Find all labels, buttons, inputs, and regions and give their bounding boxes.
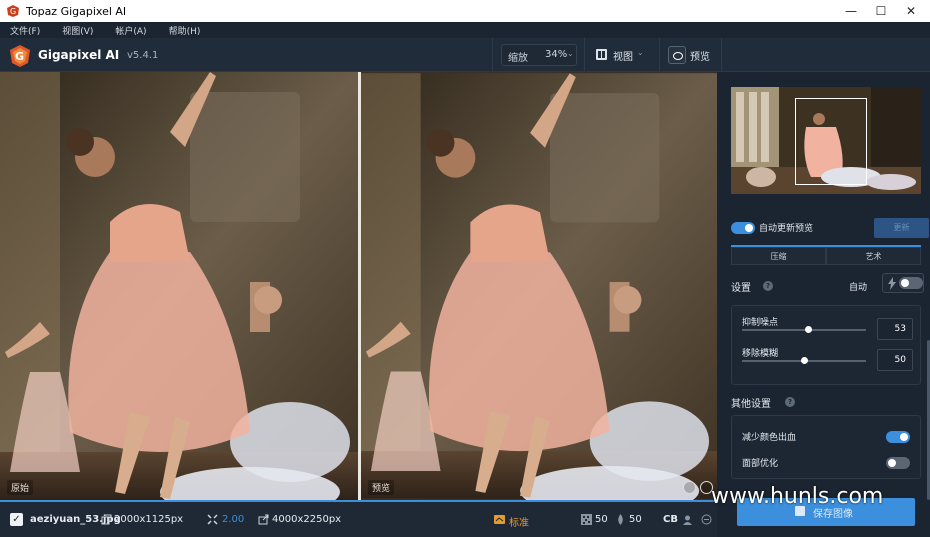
- update-button[interactable]: 更新: [874, 218, 929, 238]
- noise-icon: [581, 514, 592, 525]
- output-size-icon: [258, 514, 269, 525]
- close-icon[interactable]: ✕: [896, 0, 926, 22]
- color-mode: CB: [663, 514, 678, 525]
- toolbar-divider: [492, 38, 493, 72]
- noise-value: 50: [595, 514, 608, 525]
- input-size-icon: [101, 514, 112, 525]
- noise-slider-thumb[interactable]: [804, 326, 812, 333]
- viewport-selector[interactable]: [795, 98, 867, 185]
- input-size: 2000x1125px: [114, 514, 184, 525]
- menu-account[interactable]: 帐户(A): [115, 24, 146, 37]
- settings-label: 设置: [731, 283, 751, 294]
- zoom-select[interactable]: 缩放 34% ⌄: [501, 44, 577, 66]
- auto-label: 自动: [849, 283, 868, 293]
- other-settings-group: 减少颜色出血 面部优化: [731, 415, 921, 479]
- image-canvas[interactable]: 原始 预览: [0, 72, 717, 500]
- remove-icon[interactable]: [701, 514, 712, 525]
- blur-icon: [618, 514, 623, 525]
- blur-value: 50: [629, 514, 642, 525]
- face-refinement-row: 面部优化: [742, 454, 914, 472]
- noise-value-input[interactable]: 53: [877, 318, 913, 340]
- help-icon[interactable]: ?: [785, 397, 795, 407]
- preview-image: [361, 73, 717, 500]
- svg-text:G: G: [10, 7, 16, 16]
- gigapixel-logo-icon: G: [10, 45, 30, 67]
- reduce-color-bleed-row: 减少颜色出血: [742, 428, 914, 446]
- noise-slider-row: 抑制噪点 53: [740, 315, 916, 345]
- auto-update-toggle[interactable]: [731, 222, 755, 234]
- preview-pane[interactable]: 预览: [361, 72, 717, 500]
- menu-view[interactable]: 视图(V): [62, 24, 93, 37]
- preview-pane-label: 预览: [368, 480, 395, 495]
- auto-update-label: 自动更新预览: [759, 224, 814, 234]
- auto-settings-toggle[interactable]: [899, 277, 923, 289]
- preview-button[interactable]: 预览: [666, 44, 714, 66]
- settings-header: 设置 ? 自动: [731, 273, 924, 294]
- blur-value-input[interactable]: 50: [877, 349, 913, 371]
- watermark: www.hunls.com: [711, 484, 884, 509]
- navigator-thumbnail[interactable]: [731, 87, 921, 194]
- title-bar: G Topaz Gigapixel AI — ☐ ✕: [0, 0, 930, 22]
- auto-settings-control[interactable]: [882, 273, 924, 293]
- reduce-color-bleed-label: 减少颜色出血: [742, 433, 797, 443]
- settings-panel: 自动更新预览 更新 压缩 艺术 设置 ? 自动 抑制噪点 53 移除模糊 50 …: [723, 72, 930, 537]
- face-icons: [683, 481, 713, 494]
- mode-compressed[interactable]: 压缩: [731, 247, 826, 265]
- model-modes: 压缩 艺术: [731, 245, 921, 265]
- flash-icon: [888, 277, 896, 290]
- scale-value[interactable]: 2.00: [222, 514, 244, 525]
- model-icon: [494, 515, 505, 524]
- maximize-icon[interactable]: ☐: [866, 0, 896, 22]
- noise-slider-label: 抑制噪点: [742, 318, 779, 328]
- svg-text:G: G: [15, 50, 24, 63]
- other-settings-label: 其他设置: [731, 399, 771, 410]
- original-image: [0, 72, 358, 500]
- menu-bar: 文件(F) 视图(V) 帐户(A) 帮助(H): [0, 22, 930, 38]
- face-icon: [683, 515, 692, 525]
- zoom-label: 缩放: [508, 53, 528, 64]
- toolbar-divider: [659, 38, 660, 72]
- view-label: 视图: [613, 52, 633, 63]
- blur-slider-label: 移除模糊: [742, 349, 779, 359]
- face-refinement-toggle[interactable]: [886, 457, 910, 469]
- split-view-icon: [596, 49, 607, 60]
- window-title: Topaz Gigapixel AI: [26, 4, 127, 18]
- eye-icon: [668, 46, 686, 64]
- original-pane[interactable]: 原始: [0, 72, 358, 500]
- view-button[interactable]: 视图 ⌄: [592, 44, 652, 66]
- blur-slider-thumb[interactable]: [801, 357, 808, 364]
- menu-help[interactable]: 帮助(H): [169, 24, 201, 37]
- preview-label: 预览: [690, 52, 710, 63]
- image-checkbox[interactable]: ✓: [10, 513, 23, 526]
- app-name: Gigapixel AI: [38, 48, 120, 62]
- toolbar-divider: [721, 38, 722, 72]
- zoom-value: 34%: [545, 49, 568, 60]
- toolbar-divider: [584, 38, 585, 72]
- blur-slider-row: 移除模糊 50: [740, 346, 916, 376]
- model-name[interactable]: 标准: [509, 514, 529, 529]
- face-icon[interactable]: [683, 481, 696, 494]
- chevron-down-icon: ⌄: [637, 48, 644, 57]
- reduce-color-bleed-toggle[interactable]: [886, 431, 910, 443]
- toolbar: G Gigapixel AI v5.4.1 缩放 34% ⌄ 视图 ⌄ 预览: [0, 38, 930, 72]
- app-version: v5.4.1: [127, 50, 159, 61]
- output-size: 4000x2250px: [272, 514, 342, 525]
- app-logo-icon: G: [7, 5, 19, 17]
- help-icon[interactable]: ?: [763, 281, 773, 291]
- slider-group: 抑制噪点 53 移除模糊 50: [731, 305, 921, 385]
- minimize-icon[interactable]: —: [836, 0, 866, 22]
- mode-art[interactable]: 艺术: [826, 247, 921, 265]
- original-label: 原始: [7, 480, 34, 495]
- chevron-down-icon: ⌄: [567, 49, 574, 58]
- menu-file[interactable]: 文件(F): [10, 24, 40, 37]
- auto-update-row: 自动更新预览 更新: [731, 218, 929, 238]
- scale-icon: [207, 514, 218, 525]
- status-bar: ✓ aeziyuan_53.jpg 2000x1125px 2.00 4000x…: [0, 500, 717, 537]
- face-refinement-label: 面部优化: [742, 459, 779, 469]
